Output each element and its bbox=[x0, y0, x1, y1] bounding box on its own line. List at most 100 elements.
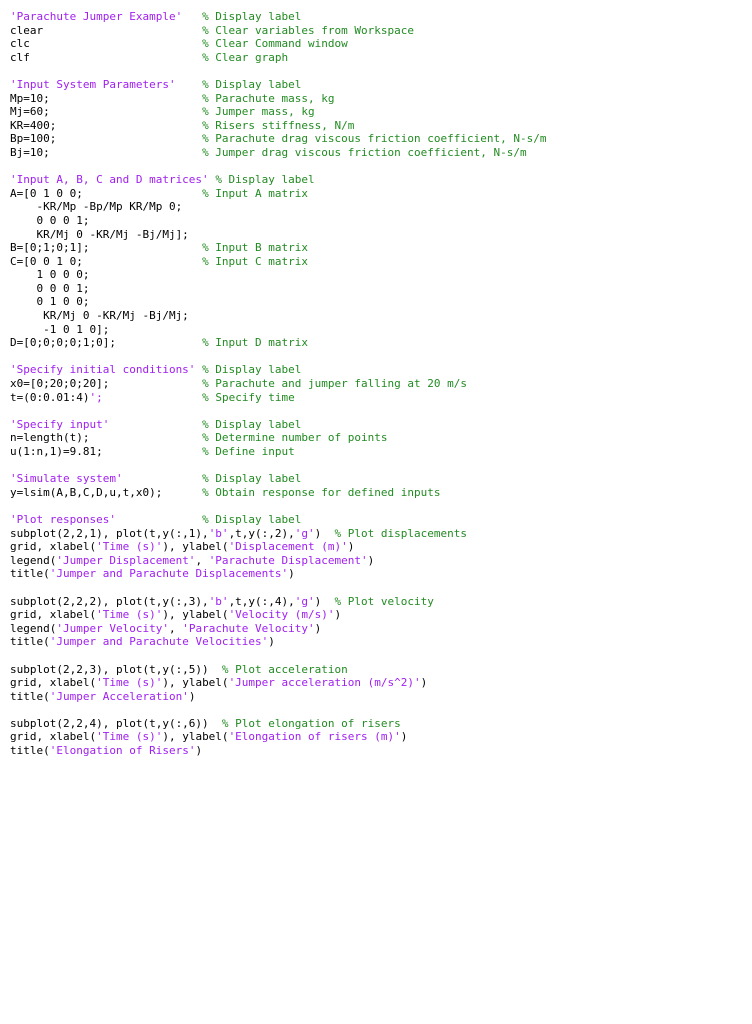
code-token-code: ), ylabel( bbox=[162, 676, 229, 690]
code-token-string: 'Velocity (m/s)' bbox=[228, 608, 335, 622]
code-line[interactable]: subplot(2,2,4), plot(t,y(:,6)) % Plot el… bbox=[0, 717, 752, 731]
code-line[interactable] bbox=[0, 64, 752, 78]
code-line[interactable]: clf % Clear graph bbox=[0, 51, 752, 65]
code-token-code: subplot(2,2,2), plot(t,y(:,3), bbox=[10, 594, 209, 608]
code-line[interactable]: -KR/Mp -Bp/Mp KR/Mp 0; bbox=[0, 200, 752, 214]
code-line[interactable]: title('Elongation of Risers') bbox=[0, 744, 752, 758]
code-line[interactable]: KR/Mj 0 -KR/Mj -Bj/Mj]; bbox=[0, 228, 752, 242]
code-line[interactable]: 0 0 0 1; bbox=[0, 214, 752, 228]
code-token-comment: % Plot displacements bbox=[334, 526, 467, 540]
code-line[interactable]: x0=[0;20;0;20]; % Parachute and jumper f… bbox=[0, 377, 752, 391]
code-token-string: 'Parachute Displacement' bbox=[208, 553, 368, 567]
code-line[interactable]: D=[0;0;0;0;1;0]; % Input D matrix bbox=[0, 336, 752, 350]
code-token-code bbox=[176, 78, 203, 91]
code-editor[interactable]: 'Parachute Jumper Example' % Display lab… bbox=[0, 0, 752, 1024]
code-line[interactable]: 1 0 0 0; bbox=[0, 268, 752, 282]
code-line[interactable]: clc % Clear Command window bbox=[0, 37, 752, 51]
code-token-comment: % Clear graph bbox=[202, 50, 289, 64]
code-line[interactable]: A=[0 1 0 0; % Input A matrix bbox=[0, 187, 752, 201]
code-token-code: , bbox=[195, 553, 209, 567]
code-line[interactable]: title('Jumper Acceleration') bbox=[0, 690, 752, 704]
code-line[interactable]: legend('Jumper Displacement', 'Parachute… bbox=[0, 554, 752, 568]
code-line[interactable]: grid, xlabel('Time (s)'), ylabel('Veloci… bbox=[0, 608, 752, 622]
code-token-string: 'Specify initial conditions' bbox=[10, 363, 196, 377]
code-token-string: 'g' bbox=[294, 594, 315, 608]
code-line[interactable] bbox=[0, 499, 752, 513]
code-line[interactable]: subplot(2,2,3), plot(t,y(:,5)) % Plot ac… bbox=[0, 663, 752, 677]
code-line[interactable]: C=[0 0 1 0; % Input C matrix bbox=[0, 255, 752, 269]
code-line[interactable]: grid, xlabel('Time (s)'), ylabel('Elonga… bbox=[0, 730, 752, 744]
code-line[interactable]: 'Input A, B, C and D matrices' % Display… bbox=[0, 173, 752, 187]
code-token-code: KR=400; bbox=[10, 118, 203, 132]
code-token-code: 1 0 0 0; bbox=[10, 268, 90, 282]
code-line[interactable]: legend('Jumper Velocity', 'Parachute Vel… bbox=[0, 622, 752, 636]
code-line[interactable] bbox=[0, 160, 752, 174]
code-line[interactable]: 'Plot responses' % Display label bbox=[0, 513, 752, 527]
code-line[interactable]: subplot(2,2,1), plot(t,y(:,1),'b',t,y(:,… bbox=[0, 527, 752, 541]
code-token-code: A=[0 1 0 0; bbox=[10, 186, 203, 200]
code-line[interactable] bbox=[0, 703, 752, 717]
code-token-code: D=[0;0;0;0;1;0]; bbox=[10, 336, 203, 350]
code-token-comment: % Risers stiffness, N/m bbox=[202, 118, 355, 132]
code-token-code: ) bbox=[347, 540, 355, 554]
code-token-comment: % Plot velocity bbox=[334, 594, 434, 608]
code-token-code: KR/Mj 0 -KR/Mj -Bj/Mj]; bbox=[10, 227, 189, 241]
code-token-comment: % Display label bbox=[202, 10, 302, 23]
code-token-string: 'Specify input' bbox=[10, 417, 110, 431]
code-token-code: C=[0 0 1 0; bbox=[10, 254, 203, 268]
code-token-code bbox=[123, 472, 202, 485]
code-line[interactable]: Bj=10; % Jumper drag viscous friction co… bbox=[0, 146, 752, 160]
code-token-code: grid, xlabel( bbox=[10, 608, 97, 622]
code-line[interactable]: Mj=60; % Jumper mass, kg bbox=[0, 105, 752, 119]
code-line[interactable]: 0 0 0 1; bbox=[0, 282, 752, 296]
code-line[interactable]: subplot(2,2,2), plot(t,y(:,3),'b',t,y(:,… bbox=[0, 595, 752, 609]
code-line[interactable]: n=length(t); % Determine number of point… bbox=[0, 431, 752, 445]
code-token-string: 'g' bbox=[294, 526, 315, 540]
code-line[interactable]: grid, xlabel('Time (s)'), ylabel('Jumper… bbox=[0, 676, 752, 690]
code-line[interactable]: Bp=100; % Parachute drag viscous frictio… bbox=[0, 132, 752, 146]
code-token-code: ) bbox=[268, 635, 275, 649]
code-line[interactable]: KR/Mj 0 -KR/Mj -Bj/Mj; bbox=[0, 309, 752, 323]
code-token-string: 'Input A, B, C and D matrices' bbox=[10, 173, 209, 187]
code-token-comment: % Input A matrix bbox=[202, 186, 309, 200]
code-token-code: u(1:n,1)=9.81; bbox=[10, 445, 203, 458]
code-line[interactable]: clear % Clear variables from Workspace bbox=[0, 24, 752, 38]
code-token-code: x0=[0;20;0;20]; bbox=[10, 377, 203, 391]
code-token-comment: % Display label bbox=[202, 77, 302, 91]
code-token-code: Mp=10; bbox=[10, 91, 203, 105]
code-token-code: title( bbox=[10, 744, 50, 758]
code-line[interactable]: KR=400; % Risers stiffness, N/m bbox=[0, 119, 752, 133]
code-line[interactable] bbox=[0, 581, 752, 595]
code-line[interactable]: grid, xlabel('Time (s)'), ylabel('Displa… bbox=[0, 540, 752, 554]
code-line[interactable] bbox=[0, 649, 752, 663]
code-line[interactable] bbox=[0, 459, 752, 473]
code-line[interactable]: 'Simulate system' % Display label bbox=[0, 472, 752, 486]
code-token-comment: % Jumper mass, kg bbox=[202, 105, 315, 119]
code-token-comment: % Plot elongation of risers bbox=[221, 716, 401, 730]
code-line[interactable]: B=[0;1;0;1]; % Input B matrix bbox=[0, 241, 752, 255]
code-line[interactable]: title('Jumper and Parachute Displacement… bbox=[0, 567, 752, 581]
code-line[interactable]: -1 0 1 0]; bbox=[0, 323, 752, 337]
code-token-code: ) bbox=[367, 553, 375, 567]
code-token-string: 'Jumper and Parachute Velocities' bbox=[49, 635, 269, 649]
code-line[interactable]: t=(0:0.01:4)'; % Specify time bbox=[0, 391, 752, 405]
code-line[interactable]: 'Specify initial conditions' % Display l… bbox=[0, 363, 752, 377]
code-line[interactable] bbox=[0, 350, 752, 364]
code-token-comment: % Parachute and jumper falling at 20 m/s bbox=[202, 377, 467, 391]
code-token-string: 'Jumper acceleration (m/s^2)' bbox=[228, 676, 421, 690]
code-line[interactable]: 'Parachute Jumper Example' % Display lab… bbox=[0, 10, 752, 24]
code-line[interactable] bbox=[0, 404, 752, 418]
code-token-comment: % Display label bbox=[202, 472, 302, 486]
code-token-code: ) bbox=[188, 689, 196, 703]
code-token-string: 'Plot responses' bbox=[10, 512, 116, 526]
code-line[interactable]: 'Specify input' % Display label bbox=[0, 418, 752, 432]
code-token-code: Bp=100; bbox=[10, 132, 203, 146]
code-token-string: 'Time (s)' bbox=[96, 730, 163, 744]
code-line[interactable]: Mp=10; % Parachute mass, kg bbox=[0, 92, 752, 106]
code-line[interactable]: u(1:n,1)=9.81; % Define input bbox=[0, 445, 752, 459]
code-line[interactable]: 0 1 0 0; bbox=[0, 295, 752, 309]
code-line[interactable]: 'Input System Parameters' % Display labe… bbox=[0, 78, 752, 92]
code-line[interactable]: title('Jumper and Parachute Velocities') bbox=[0, 635, 752, 649]
code-token-code: legend( bbox=[10, 621, 57, 635]
code-line[interactable]: y=lsim(A,B,C,D,u,t,x0); % Obtain respons… bbox=[0, 486, 752, 500]
